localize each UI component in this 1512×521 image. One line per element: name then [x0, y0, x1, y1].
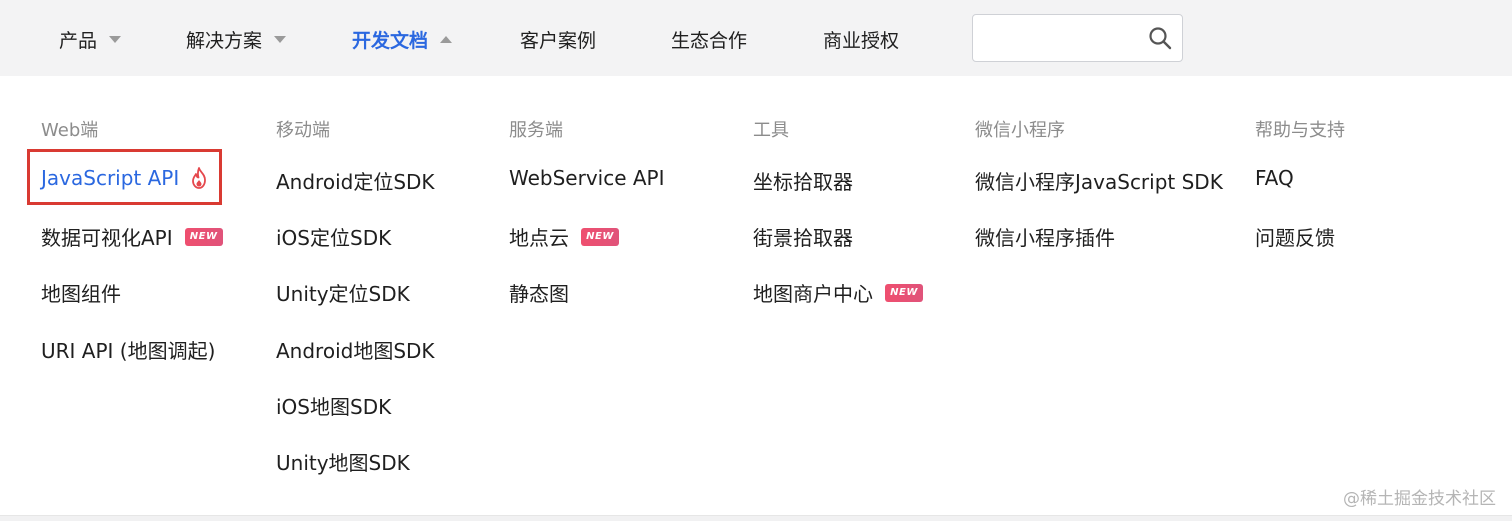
link-label: URI API (地图调起)	[41, 339, 216, 363]
column-title: 工具	[753, 120, 789, 141]
link-label: Android定位SDK	[276, 170, 435, 194]
link-data-visualization-api[interactable]: 数据可视化API NEW	[41, 222, 223, 251]
link-map-components[interactable]: 地图组件	[41, 278, 121, 307]
link-unity-map-sdk[interactable]: Unity地图SDK	[276, 447, 410, 476]
column-title: 帮助与支持	[1255, 120, 1345, 141]
link-label: 坐标拾取器	[753, 170, 853, 194]
link-android-map-sdk[interactable]: Android地图SDK	[276, 335, 435, 364]
link-feedback[interactable]: 问题反馈	[1255, 222, 1335, 251]
nav-item-ecosystem[interactable]: 生态合作	[671, 25, 747, 53]
top-nav: 产品 解决方案 开发文档 客户案例 生态合作 商业授权	[0, 0, 1512, 76]
link-label: iOS地图SDK	[276, 395, 392, 419]
chevron-down-icon	[274, 35, 287, 43]
new-badge: NEW	[184, 227, 223, 246]
link-label: iOS定位SDK	[276, 226, 392, 250]
nav-item-label: 产品	[59, 29, 98, 52]
link-wechat-js-sdk[interactable]: 微信小程序JavaScript SDK	[975, 166, 1223, 195]
link-label: 问题反馈	[1255, 226, 1335, 250]
link-webservice-api[interactable]: WebService API	[509, 166, 665, 190]
link-label: 街景拾取器	[753, 226, 853, 250]
link-label: 微信小程序插件	[975, 226, 1115, 250]
link-label: Unity地图SDK	[276, 451, 410, 475]
link-unity-location-sdk[interactable]: Unity定位SDK	[276, 278, 410, 307]
bottom-divider	[0, 516, 1512, 521]
nav-item-label: 生态合作	[671, 29, 748, 52]
nav-item-solutions[interactable]: 解决方案	[186, 25, 287, 53]
search-icon[interactable]	[1148, 26, 1172, 50]
chevron-up-icon	[440, 35, 453, 43]
dev-docs-dropdown: Web端 JavaScript API 数据可视化API NEW 地图组件 UR…	[0, 76, 1512, 516]
chevron-down-icon	[109, 35, 122, 43]
link-map-merchant-center[interactable]: 地图商户中心 NEW	[753, 278, 923, 307]
link-android-location-sdk[interactable]: Android定位SDK	[276, 166, 435, 195]
link-ios-map-sdk[interactable]: iOS地图SDK	[276, 391, 391, 420]
link-label: Unity定位SDK	[276, 282, 410, 306]
column-title: 移动端	[276, 120, 330, 141]
nav-item-licensing[interactable]: 商业授权	[823, 25, 899, 53]
nav-item-label: 解决方案	[186, 29, 263, 52]
nav-item-label: 客户案例	[520, 29, 597, 52]
link-label: 数据可视化API	[41, 226, 173, 250]
nav-item-products[interactable]: 产品	[59, 25, 122, 53]
search-input[interactable]	[983, 23, 1143, 53]
nav-item-label: 开发文档	[352, 29, 429, 52]
link-label: 地图商户中心	[753, 282, 873, 306]
link-label: FAQ	[1255, 166, 1294, 190]
link-uri-api[interactable]: URI API (地图调起)	[41, 335, 215, 364]
new-badge: NEW	[581, 227, 619, 246]
page: 产品 解决方案 开发文档 客户案例 生态合作 商业授权 Web端 JavaScr…	[0, 0, 1512, 521]
link-label: 地点云	[509, 226, 569, 250]
link-label: WebService API	[509, 166, 665, 190]
column-title: Web端	[41, 120, 99, 141]
link-label: 静态图	[509, 282, 569, 306]
link-static-map[interactable]: 静态图	[509, 278, 569, 307]
link-place-cloud[interactable]: 地点云 NEW	[509, 222, 619, 251]
link-label: 地图组件	[41, 282, 121, 306]
link-label: Android地图SDK	[276, 339, 435, 363]
column-title: 微信小程序	[975, 120, 1065, 141]
link-faq[interactable]: FAQ	[1255, 166, 1294, 190]
link-wechat-plugin[interactable]: 微信小程序插件	[975, 222, 1115, 251]
nav-item-cases[interactable]: 客户案例	[520, 25, 596, 53]
watermark: @稀土掘金技术社区	[1343, 489, 1496, 509]
link-label: 微信小程序JavaScript SDK	[975, 170, 1223, 194]
highlight-annotation-box	[27, 149, 222, 205]
column-title: 服务端	[509, 120, 563, 141]
link-coordinate-picker[interactable]: 坐标拾取器	[753, 166, 853, 195]
link-streetview-picker[interactable]: 街景拾取器	[753, 222, 853, 251]
nav-item-label: 商业授权	[823, 29, 900, 52]
new-badge: NEW	[885, 283, 923, 302]
nav-item-dev-docs[interactable]: 开发文档	[352, 25, 453, 53]
link-ios-location-sdk[interactable]: iOS定位SDK	[276, 222, 391, 251]
